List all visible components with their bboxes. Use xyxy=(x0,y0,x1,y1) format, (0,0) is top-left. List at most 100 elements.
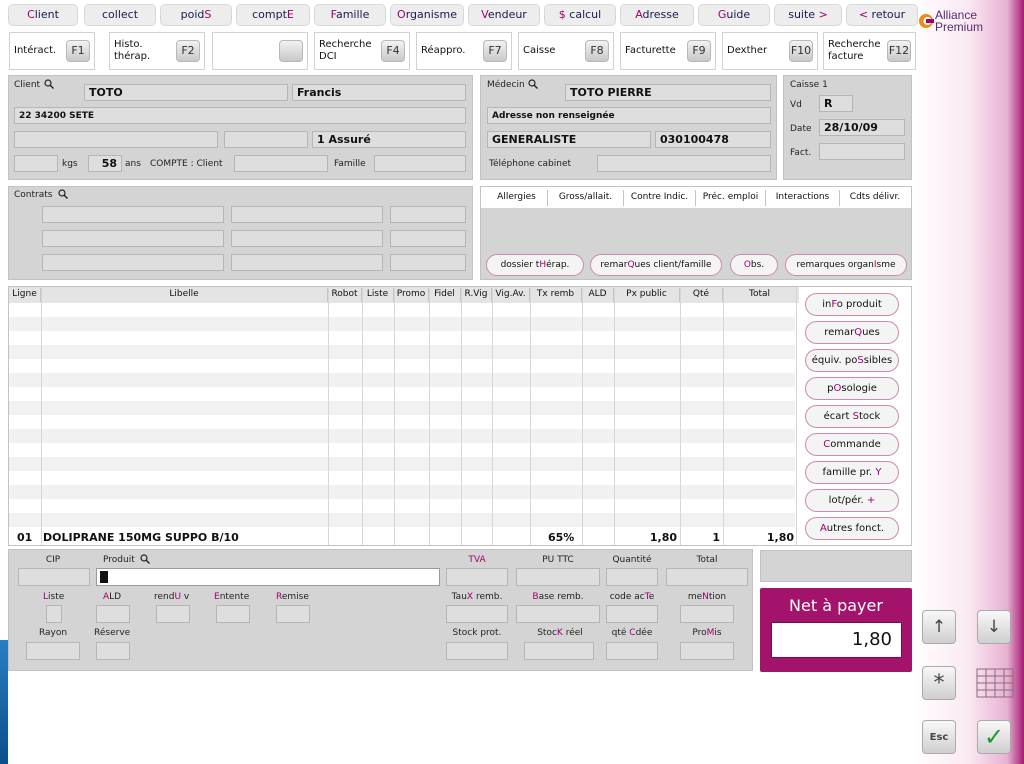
f4-recherche-dci-button[interactable]: Recherche DCI F4 xyxy=(314,32,410,70)
f7-reappro-button[interactable]: Réappro. F7 xyxy=(416,32,512,70)
code-acte-input[interactable] xyxy=(606,605,658,623)
taux-remb-input[interactable] xyxy=(446,605,508,623)
obs-button[interactable]: Obs. xyxy=(730,254,778,276)
nav-vendeur-button[interactable]: Vendeur xyxy=(468,4,540,26)
client-adresse2-field[interactable] xyxy=(14,131,218,148)
tab-cdts-delivr[interactable]: Cdts délivr. xyxy=(840,190,910,206)
tab-grossesse[interactable]: Gross/allait. xyxy=(548,190,624,206)
client-compte-field[interactable] xyxy=(234,155,328,172)
contrat-field[interactable] xyxy=(390,254,466,271)
contrat-field[interactable] xyxy=(390,230,466,247)
info-produit-button[interactable]: inFo produit xyxy=(805,293,899,316)
f1-interact-button[interactable]: Intéract. F1 xyxy=(9,32,95,70)
table-row[interactable] xyxy=(9,457,795,471)
ecart-stock-button[interactable]: écart Stock xyxy=(805,405,899,428)
vendeur-field[interactable]: R xyxy=(819,95,853,112)
blank-fkey-button[interactable] xyxy=(212,32,308,70)
promis-input[interactable] xyxy=(680,642,734,660)
remarques-button[interactable]: remarQues xyxy=(805,321,899,344)
f2-histo-button[interactable]: Histo. thérap. F2 xyxy=(109,32,205,70)
nav-organisme-button[interactable]: Organisme xyxy=(390,4,464,26)
produit-input[interactable] xyxy=(96,568,440,586)
contrat-field[interactable] xyxy=(231,254,383,271)
star-key[interactable]: * xyxy=(922,666,956,700)
table-row[interactable] xyxy=(9,443,795,457)
remarques-client-button[interactable]: remarQues client/famille xyxy=(590,254,722,276)
quantite-input[interactable] xyxy=(606,568,658,586)
stock-prot-input[interactable] xyxy=(446,642,508,660)
contrat-field[interactable] xyxy=(42,206,224,223)
nav-collect-button[interactable]: collect xyxy=(84,4,156,26)
f10-dexther-button[interactable]: Dexther F10 xyxy=(722,32,818,70)
f9-facturette-button[interactable]: Facturette F9 xyxy=(620,32,716,70)
table-row[interactable] xyxy=(9,359,795,373)
liste-input[interactable] xyxy=(46,605,62,623)
validate-check-icon[interactable]: ✓ xyxy=(977,720,1011,754)
remise-input[interactable] xyxy=(276,605,310,623)
contrat-field[interactable] xyxy=(231,206,383,223)
cip-input[interactable] xyxy=(18,568,90,586)
medecin-code-field[interactable]: 030100478 xyxy=(655,131,771,148)
tva-input[interactable] xyxy=(446,568,508,586)
mention-input[interactable] xyxy=(680,605,734,623)
table-row[interactable] xyxy=(9,415,795,429)
arrow-down-icon[interactable]: ↓ xyxy=(977,610,1011,644)
table-row[interactable] xyxy=(9,303,795,317)
medecin-specialite-field[interactable]: GENERALISTE xyxy=(487,131,651,148)
medecin-adresse-field[interactable]: Adresse non renseignée xyxy=(487,107,771,124)
rendu-input[interactable] xyxy=(156,605,190,623)
reserve-input[interactable] xyxy=(96,642,130,660)
tab-allergies[interactable]: Allergies xyxy=(486,190,548,206)
f8-caisse-button[interactable]: Caisse F8 xyxy=(518,32,614,70)
contrat-field[interactable] xyxy=(390,206,466,223)
arrow-up-icon[interactable]: ↑ xyxy=(922,610,956,644)
table-row[interactable] xyxy=(9,513,795,527)
pu-ttc-input[interactable] xyxy=(516,568,600,586)
equiv-possibles-button[interactable]: équiv. poSsibles xyxy=(805,349,899,372)
table-row[interactable] xyxy=(9,471,795,485)
nav-famille-button[interactable]: Famille xyxy=(314,4,386,26)
date-field[interactable]: 28/10/09 xyxy=(819,119,905,136)
total-input[interactable] xyxy=(666,568,748,586)
client-famille-field[interactable] xyxy=(374,155,466,172)
client-age-field[interactable]: 58 xyxy=(88,155,122,172)
contrat-field[interactable] xyxy=(231,230,383,247)
contrats-search-icon[interactable] xyxy=(58,189,68,202)
nav-calcul-button[interactable]: $ calcul xyxy=(544,4,616,26)
tab-prec-emploi[interactable]: Préc. emploi xyxy=(696,190,766,206)
nav-adresse-button[interactable]: Adresse xyxy=(620,4,694,26)
qte-cdee-input[interactable] xyxy=(606,642,658,660)
table-row[interactable] xyxy=(9,401,795,415)
table-row[interactable] xyxy=(9,317,795,331)
tab-contre-indic[interactable]: Contre Indic. xyxy=(624,190,696,206)
nav-compte-button[interactable]: comptE xyxy=(236,4,310,26)
tab-interactions[interactable]: Interactions xyxy=(766,190,840,206)
client-search-icon[interactable] xyxy=(44,79,54,92)
autres-fonctions-button[interactable]: Autres fonct. xyxy=(805,517,899,540)
client-cp-field[interactable] xyxy=(224,131,308,148)
dossier-therap-button[interactable]: dossier tHérap. xyxy=(486,254,584,276)
stock-reel-input[interactable] xyxy=(524,642,594,660)
contrat-field[interactable] xyxy=(42,230,224,247)
remarques-organisme-button[interactable]: remarques organIsme xyxy=(785,254,907,276)
nav-client-button[interactable]: Client xyxy=(8,4,78,26)
famille-produit-button[interactable]: famille pr. Y xyxy=(805,461,899,484)
f12-recherche-facture-button[interactable]: Recherche facture F12 xyxy=(823,32,916,70)
medecin-nom-field[interactable]: TOTO PIERRE xyxy=(565,84,771,101)
lot-peremption-button[interactable]: lot/pér. + xyxy=(805,489,899,512)
nav-suite-button[interactable]: suite > xyxy=(774,4,842,26)
client-prenom-field[interactable]: Francis xyxy=(292,84,466,101)
rayon-input[interactable] xyxy=(26,642,80,660)
ald-input[interactable] xyxy=(96,605,130,623)
client-assure-field[interactable]: 1 Assuré xyxy=(312,131,466,148)
medecin-telephone-field[interactable] xyxy=(597,155,771,172)
nav-guide-button[interactable]: Guide xyxy=(698,4,770,26)
table-row[interactable] xyxy=(9,387,795,401)
entente-input[interactable] xyxy=(216,605,250,623)
nav-retour-button[interactable]: < retour xyxy=(846,4,918,26)
produit-search-icon[interactable] xyxy=(140,554,150,567)
medecin-search-icon[interactable] xyxy=(528,79,538,92)
table-row[interactable] xyxy=(9,429,795,443)
keypad-grid-icon[interactable] xyxy=(976,668,1014,698)
client-adresse-field[interactable]: 22 34200 SETE xyxy=(14,107,466,124)
